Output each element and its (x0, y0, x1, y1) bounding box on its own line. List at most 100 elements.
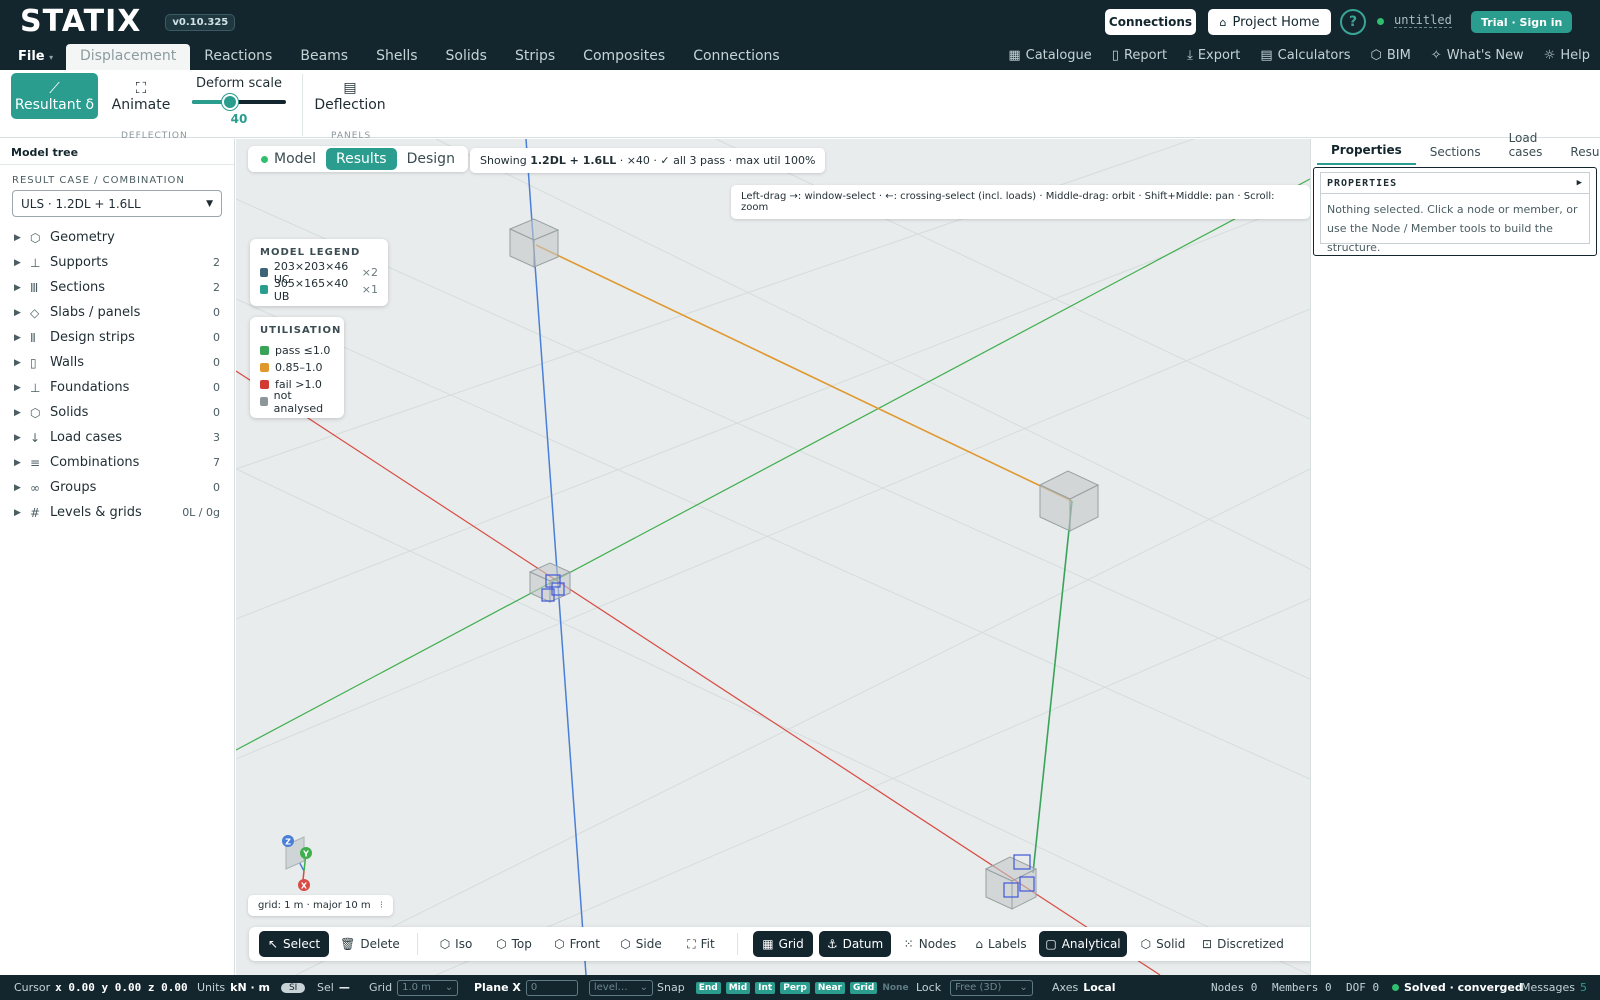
mode-design[interactable]: Design (397, 148, 465, 170)
mode-results[interactable]: Results (326, 148, 397, 170)
snap-grid[interactable]: Grid (849, 981, 878, 994)
tab-composites[interactable]: Composites (569, 44, 679, 70)
snap-mid[interactable]: Mid (725, 981, 751, 994)
datum-toggle[interactable]: ⚓ Datum (819, 931, 891, 957)
plane-input[interactable]: 0 (525, 979, 578, 996)
tab-solids[interactable]: Solids (432, 44, 501, 70)
file-name[interactable]: untitled (1394, 13, 1452, 28)
grid-settings-icon[interactable]: ⁝ (380, 900, 383, 911)
node-cube[interactable] (508, 218, 560, 268)
export-menu[interactable]: ⤓ Export (1187, 48, 1240, 63)
grid-size-select[interactable]: 1.0 m ⌄ (397, 979, 459, 996)
tree-item-levels-grids[interactable]: ▶ # Levels & grids 0L / 0g (0, 500, 234, 525)
trial-sign-in-button[interactable]: Trial · Sign in (1471, 11, 1573, 33)
expand-arrow-icon[interactable]: ▶ (14, 508, 30, 518)
whats-new-menu[interactable]: ✧ What's New (1431, 48, 1524, 63)
tree-item-walls[interactable]: ▶ ▯ Walls 0 (0, 350, 234, 375)
messages-button[interactable]: Messages 5 (1521, 975, 1587, 1000)
connections-button[interactable]: Connections (1105, 9, 1196, 35)
tree-item-solids[interactable]: ▶ ⬡ Solids 0 (0, 400, 234, 425)
properties-header[interactable]: PROPERTIES ▶ (1320, 172, 1590, 194)
expand-arrow-icon[interactable]: ▶ (14, 258, 30, 268)
fit-view-button[interactable]: ⛶ Fit (681, 931, 721, 957)
tree-item-load-cases[interactable]: ▶ ↓ Load cases 3 (0, 425, 234, 450)
expand-arrow-icon[interactable]: ▶ (14, 383, 30, 393)
tree-item-combinations[interactable]: ▶ ≡ Combinations 7 (0, 450, 234, 475)
mode-model[interactable]: Model (251, 148, 326, 170)
delete-button[interactable]: 🗑 Delete (337, 931, 403, 957)
view-side-button[interactable]: ⬡ Side (617, 931, 665, 957)
snap-near[interactable]: Near (814, 981, 845, 994)
animate-button[interactable]: ⛶ Animate (106, 73, 176, 119)
snap-end[interactable]: End (695, 981, 721, 994)
units-badge[interactable]: SI (280, 982, 306, 993)
version-badge: v0.10.325 (165, 13, 236, 31)
expand-arrow-icon[interactable]: ▶ (14, 283, 30, 293)
tab-results[interactable]: Results (1556, 145, 1600, 165)
catalogue-menu[interactable]: ▦ Catalogue (1008, 48, 1091, 63)
column-member[interactable] (1032, 500, 1073, 874)
tab-connections[interactable]: Connections (679, 44, 794, 70)
beam-member[interactable] (535, 244, 1073, 502)
expand-arrow-icon[interactable]: ▶ (14, 458, 30, 468)
deflection-button[interactable]: ▤ Deflection (314, 73, 386, 119)
expand-arrow-icon[interactable]: ▶ (1577, 178, 1583, 188)
3d-viewport[interactable]: Z Y X Model Results Design Showing 1.2DL… (236, 139, 1310, 975)
expand-arrow-icon[interactable]: ▶ (14, 308, 30, 318)
deform-scale-label: Deform scale (196, 76, 282, 91)
solid-toggle[interactable]: ⬡ Solid (1135, 931, 1191, 957)
labels-label: Labels (988, 937, 1027, 951)
tab-beams[interactable]: Beams (286, 44, 362, 70)
file-menu[interactable]: File ▾ (0, 49, 66, 70)
expand-arrow-icon[interactable]: ▶ (14, 433, 30, 443)
report-menu[interactable]: ▯ Report (1112, 48, 1167, 63)
nodes-toggle[interactable]: ⁙ Nodes (901, 931, 959, 957)
tab-displacement[interactable]: Displacement (66, 44, 191, 70)
viewport-canvas[interactable]: Z Y X (236, 139, 1310, 975)
expand-arrow-icon[interactable]: ▶ (14, 483, 30, 493)
tab-sections[interactable]: Sections (1416, 145, 1495, 165)
tree-item-groups[interactable]: ▶ ∞ Groups 0 (0, 475, 234, 500)
lock-select[interactable]: Free (3D) ⌄ (950, 979, 1033, 996)
snap-perp[interactable]: Perp (780, 981, 810, 994)
grid-toggle[interactable]: ▦ Grid (753, 931, 813, 957)
node-cube[interactable] (1038, 470, 1100, 532)
view-front-button[interactable]: ⬡ Front (549, 931, 605, 957)
tab-properties[interactable]: Properties (1317, 143, 1416, 165)
section-icon: Ⅲ (30, 280, 39, 295)
project-home-button[interactable]: ⌂ Project Home (1208, 9, 1331, 35)
result-case-select[interactable]: ULS · 1.2DL + 1.6LL ▼ (12, 190, 222, 217)
snap-int[interactable]: Int (755, 981, 776, 994)
tree-item-foundations[interactable]: ▶ ⊥ Foundations 0 (0, 375, 234, 400)
bim-menu[interactable]: ⬡ BIM (1370, 48, 1410, 63)
snap-none[interactable]: None (882, 983, 908, 993)
tree-item-slabs[interactable]: ▶ ◇ Slabs / panels 0 (0, 300, 234, 325)
tree-item-geometry[interactable]: ▶ ⬡ Geometry (0, 225, 234, 250)
view-iso-button[interactable]: ⬡ Iso (435, 931, 477, 957)
tree-item-supports[interactable]: ▶ ⊥ Supports 2 (0, 250, 234, 275)
select-tool-button[interactable]: ↖ Select (259, 931, 329, 957)
discretized-toggle[interactable]: ⊡ Discretized (1201, 931, 1285, 957)
tab-shells[interactable]: Shells (362, 44, 431, 70)
tree-item-design-strips[interactable]: ▶ Ⅱ Design strips 0 (0, 325, 234, 350)
expand-arrow-icon[interactable]: ▶ (14, 333, 30, 343)
view-top-button[interactable]: ⬡ Top (489, 931, 539, 957)
help-button[interactable]: ? (1340, 9, 1366, 35)
calculators-menu[interactable]: ▤ Calculators (1260, 48, 1350, 63)
expand-arrow-icon[interactable]: ▶ (14, 408, 30, 418)
tab-strips[interactable]: Strips (501, 44, 569, 70)
deform-scale-slider[interactable] (192, 94, 286, 110)
slider-handle[interactable] (221, 94, 238, 110)
help-menu[interactable]: ☼ Help (1544, 48, 1590, 63)
expand-arrow-icon[interactable]: ▶ (14, 358, 30, 368)
tab-load-cases[interactable]: Load cases (1495, 131, 1557, 165)
resultant-button[interactable]: ⟋ Resultant δ (11, 73, 98, 119)
fit-label: Fit (700, 937, 715, 951)
nodes-count: Nodes 0 (1211, 981, 1258, 994)
analytical-toggle[interactable]: ▢ Analytical (1039, 931, 1127, 957)
tree-item-sections[interactable]: ▶ Ⅲ Sections 2 (0, 275, 234, 300)
tab-reactions[interactable]: Reactions (190, 44, 286, 70)
level-select[interactable]: level… ⌄ (588, 979, 654, 996)
labels-toggle[interactable]: ⌂ Labels (971, 931, 1031, 957)
expand-arrow-icon[interactable]: ▶ (14, 233, 30, 243)
